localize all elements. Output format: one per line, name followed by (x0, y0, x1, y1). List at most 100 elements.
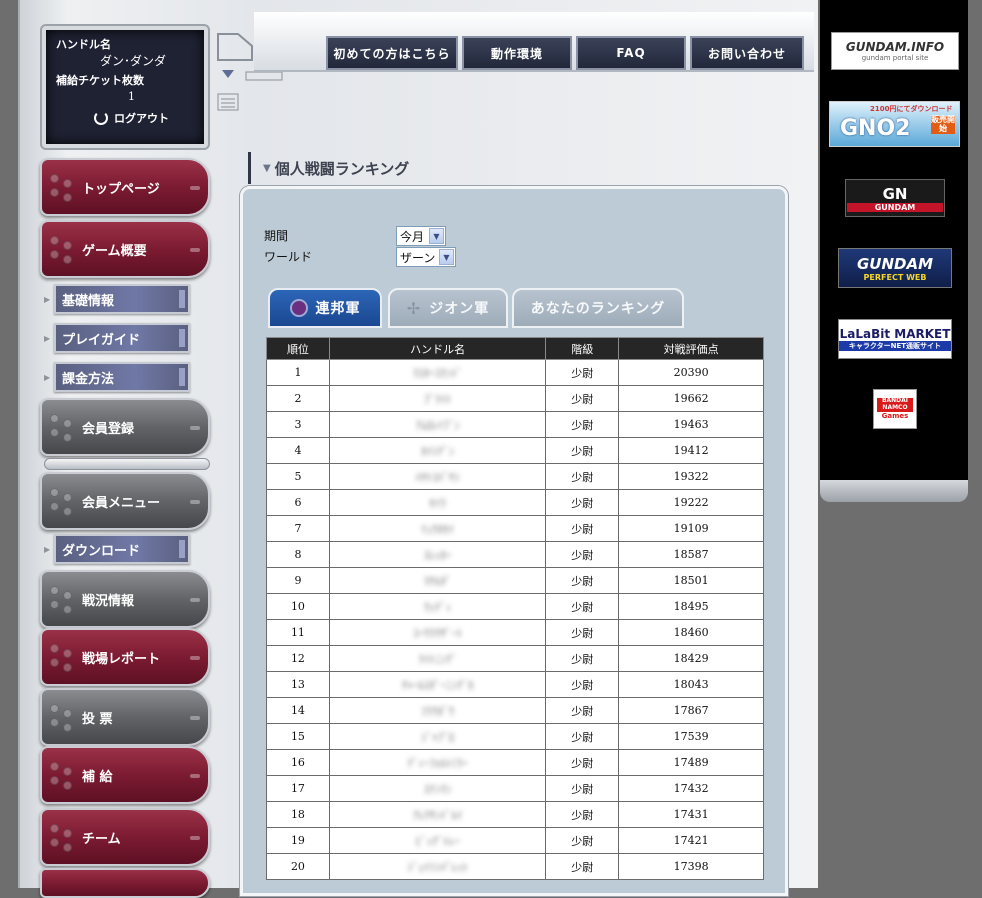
handle-name-cell: ﾌﾗｳﾎﾞｳ (328, 697, 547, 724)
score-cell: 19222 (618, 489, 764, 516)
rank-cell: 16 (266, 749, 330, 776)
sidebar-item-vote[interactable]: 投 票 (40, 688, 210, 746)
rank-cell: 4 (266, 437, 330, 464)
banner-gno[interactable]: GN GUNDAM (845, 179, 945, 217)
nav-faq[interactable]: FAQ (576, 36, 686, 70)
banner-gundam-perfect-web[interactable]: GUNDAM PERFECT WEB (838, 248, 952, 288)
handle-name-cell: ﾘｭｳﾎｾｲ (328, 515, 547, 542)
table-row: 13 ﾁｬｰﾙｽﾀﾞｰﾆﾝｸﾞｶ 少尉 18043 (266, 671, 764, 698)
sidebar-item-battle-report[interactable]: 戦場レポート (40, 628, 210, 686)
triangle-down-icon: ▼ (263, 162, 271, 174)
handle-name-cell: ｼﾞｬﾌﾞﾛ (328, 723, 547, 750)
grade-cell: 少尉 (545, 619, 620, 646)
handle-name-cell: ﾊﾔﾄｺﾊﾞﾔｼ (328, 463, 547, 490)
handle-name-cell: ﾁｬｰﾙｽﾀﾞｰﾆﾝｸﾞｶ (328, 671, 547, 698)
logout-label: ログアウト (114, 112, 169, 125)
table-row: 5 ﾊﾔﾄｺﾊﾞﾔｼ 少尉 19322 (266, 463, 764, 490)
rank-cell: 1 (266, 359, 330, 386)
tab-federation[interactable]: 連邦軍 (268, 288, 382, 328)
chevron-down-icon: ▼ (439, 249, 454, 265)
column-header: 対戦評価点 (618, 337, 764, 360)
sidebar-item-label: 会員登録 (82, 421, 135, 437)
score-cell: 17489 (618, 749, 764, 776)
score-cell: 18460 (618, 619, 764, 646)
score-cell: 19662 (618, 385, 764, 412)
handle-name-cell: ｽﾃﾝﾏﾝ (328, 775, 547, 802)
sidebar-item-label: トップページ (82, 181, 160, 197)
nav-system-requirements[interactable]: 動作環境 (462, 36, 572, 70)
table-row: 8 ｽﾚｯｶｰ 少尉 18587 (266, 541, 764, 568)
handle-name-cell: ｼﾞｪｲｿﾝﾊﾟﾚｯﾄ (328, 853, 547, 880)
world-select[interactable]: ザーン ▼ (396, 247, 456, 267)
handle-value: ダン･ダンダ (100, 54, 167, 68)
tab-your-ranking[interactable]: あなたのランキング (512, 288, 684, 328)
world-label: ワールド (264, 250, 313, 264)
rank-cell: 18 (266, 801, 330, 828)
score-cell: 19322 (618, 463, 764, 490)
banner-bandai-namco[interactable]: BANDAI NAMCO Games (873, 389, 917, 429)
sidebar-item-play-guide[interactable]: ▶ プレイガイド (44, 323, 190, 353)
banner-gno2[interactable]: 2100円にてダウンロード GNO2 販売開始 (829, 101, 960, 147)
nav-beginners[interactable]: 初めての方はこちら (326, 36, 458, 70)
sidebar-divider (44, 458, 210, 470)
table-row: 2 ﾌﾞﾗｲﾄ 少尉 19662 (266, 385, 764, 412)
dots-decor-icon (50, 586, 76, 614)
handle-name-cell: ｱﾑﾛﾚｲﾌﾞﾝ (328, 411, 547, 438)
rank-cell: 15 (266, 723, 330, 750)
grade-cell: 少尉 (545, 697, 620, 724)
period-select[interactable]: 今月 ▼ (396, 226, 446, 246)
handle-name-cell: ﾌﾞﾗｲﾄ (328, 385, 547, 412)
score-cell: 18043 (618, 671, 764, 698)
table-row: 20 ｼﾞｪｲｿﾝﾊﾟﾚｯﾄ 少尉 17398 (266, 853, 764, 880)
user-info-box: ハンドル名 ダン･ダンダ 補給チケット枚数 1 ログアウト (42, 26, 208, 148)
period-label: 期間 (264, 229, 289, 243)
dots-decor-icon (50, 174, 76, 202)
banner-gundam-info[interactable]: GUNDAM.INFO gundam portal site (831, 32, 959, 70)
table-row: 12 ﾗｲﾄﾆﾝｸﾞ 少尉 18429 (266, 645, 764, 672)
dots-decor-icon (50, 414, 76, 442)
sidebar-item-basic-info[interactable]: ▶ 基礎情報 (44, 284, 190, 314)
sidebar-item-battle-status[interactable]: 戦況情報 (40, 570, 210, 628)
chevron-down-icon: ▼ (429, 228, 444, 244)
rank-cell: 10 (266, 593, 330, 620)
nav-contact[interactable]: お問い合わせ (690, 36, 804, 70)
banner-column-base (820, 480, 968, 502)
sidebar-item-game-overview[interactable]: ゲーム概要 (40, 220, 210, 278)
sidebar-item-partial[interactable] (40, 868, 210, 898)
sidebar-item-member-menu[interactable]: 会員メニュー (40, 472, 210, 530)
sidebar-item-download[interactable]: ▶ ダウンロード (44, 534, 190, 564)
table-row: 4 ｶｲｼﾃﾞﾝ 少尉 19412 (266, 437, 764, 464)
tab-zeon[interactable]: ✢ ジオン軍 (388, 288, 508, 328)
handle-name-cell: ｽﾚｯｶｰ (328, 541, 547, 568)
handle-name-cell: ｾｲﾗ (328, 489, 547, 516)
logout-button[interactable]: ログアウト (94, 110, 169, 126)
rank-cell: 19 (266, 827, 330, 854)
federation-emblem-icon (289, 299, 308, 317)
handle-name-cell: ﾏｽﾀｰｺﾏﾝﾄﾞ (328, 359, 547, 386)
sidebar-item-team[interactable]: チーム (40, 808, 210, 866)
banner-lalabit-market[interactable]: LaLaBit MARKET キャラクターNET通販サイト (838, 319, 952, 359)
sidebar-item-supply[interactable]: 補 給 (40, 746, 210, 804)
dots-decor-icon (50, 488, 76, 516)
rank-cell: 17 (266, 775, 330, 802)
score-cell: 17432 (618, 775, 764, 802)
rank-cell: 8 (266, 541, 330, 568)
rank-cell: 13 (266, 671, 330, 698)
rank-cell: 20 (266, 853, 330, 880)
sidebar-item-label: 補 給 (82, 769, 113, 785)
sidebar-item-registration[interactable]: 会員登録 (40, 398, 210, 456)
sidebar-item-label: 課金方法 (62, 371, 115, 387)
sidebar-item-billing[interactable]: ▶ 課金方法 (44, 362, 190, 392)
sidebar-item-top-page[interactable]: トップページ (40, 158, 210, 216)
grade-cell: 少尉 (545, 853, 620, 880)
grade-cell: 少尉 (545, 723, 620, 750)
table-row: 7 ﾘｭｳﾎｾｲ 少尉 19109 (266, 515, 764, 542)
arrow-right-icon: ▶ (44, 334, 51, 343)
table-row: 3 ｱﾑﾛﾚｲﾌﾞﾝ 少尉 19463 (266, 411, 764, 438)
handle-name-cell: ﾃﾞｨｰﾌｫﾙﾄﾐﾗｰ (328, 749, 547, 776)
grade-cell: 少尉 (545, 463, 620, 490)
table-row: 11 ｺｰｳﾗｳｻﾞｰﾄ 少尉 18460 (266, 619, 764, 646)
score-cell: 18495 (618, 593, 764, 620)
column-header: 順位 (266, 337, 330, 360)
dots-decor-icon (50, 762, 76, 790)
